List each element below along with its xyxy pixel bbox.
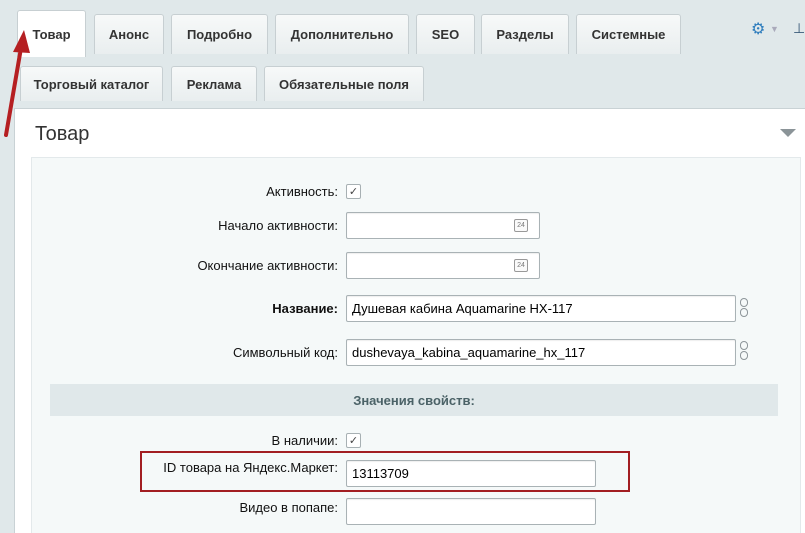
active-label: Активность: bbox=[266, 184, 338, 199]
yandex-id-input[interactable]: 13113709 bbox=[346, 460, 596, 487]
video-popup-label: Видео в попапе: bbox=[239, 500, 338, 515]
code-input[interactable]: dushevaya_kabina_aquamarine_hx_117 bbox=[346, 339, 736, 366]
tab-required-fields[interactable]: Обязательные поля bbox=[264, 66, 424, 101]
tab-announce[interactable]: Анонс bbox=[94, 14, 164, 54]
properties-heading: Значения свойств: bbox=[50, 384, 778, 416]
chevron-down-icon[interactable]: ▼ bbox=[770, 24, 779, 34]
panel-title: Товар bbox=[35, 123, 90, 145]
tab-advertising[interactable]: Реклама bbox=[171, 66, 257, 101]
collapse-icon[interactable] bbox=[780, 129, 796, 137]
tab-details[interactable]: Подробно bbox=[171, 14, 268, 54]
tab-sections[interactable]: Разделы bbox=[481, 14, 569, 54]
tab-product[interactable]: Товар bbox=[17, 10, 86, 57]
name-label: Название: bbox=[272, 301, 338, 316]
tab-trade-catalog[interactable]: Торговый каталог bbox=[20, 66, 163, 101]
calendar-icon[interactable]: 24 bbox=[514, 259, 528, 272]
video-popup-input[interactable] bbox=[346, 498, 596, 525]
active-checkbox[interactable]: ✓ bbox=[346, 184, 361, 199]
link-icon[interactable] bbox=[739, 298, 749, 320]
active-from-label: Начало активности: bbox=[218, 218, 338, 233]
yandex-id-label: ID товара на Яндекс.Маркет: bbox=[163, 460, 338, 475]
tab-additional[interactable]: Дополнительно bbox=[275, 14, 409, 54]
in-stock-checkbox[interactable]: ✓ bbox=[346, 433, 361, 448]
tab-system[interactable]: Системные bbox=[576, 14, 681, 54]
calendar-icon[interactable]: 24 bbox=[514, 219, 528, 232]
name-input[interactable]: Душевая кабина Aquamarine HX-117 bbox=[346, 295, 736, 322]
tab-seo[interactable]: SEO bbox=[416, 14, 475, 54]
code-label: Символьный код: bbox=[232, 345, 338, 360]
gear-icon[interactable]: ⚙ bbox=[751, 22, 767, 38]
active-from-input[interactable] bbox=[346, 212, 540, 239]
pin-icon[interactable]: ⊥ bbox=[793, 20, 805, 37]
in-stock-label: В наличии: bbox=[271, 433, 338, 448]
active-to-input[interactable] bbox=[346, 252, 540, 279]
link-icon[interactable] bbox=[739, 341, 749, 363]
active-to-label: Окончание активности: bbox=[197, 258, 338, 273]
